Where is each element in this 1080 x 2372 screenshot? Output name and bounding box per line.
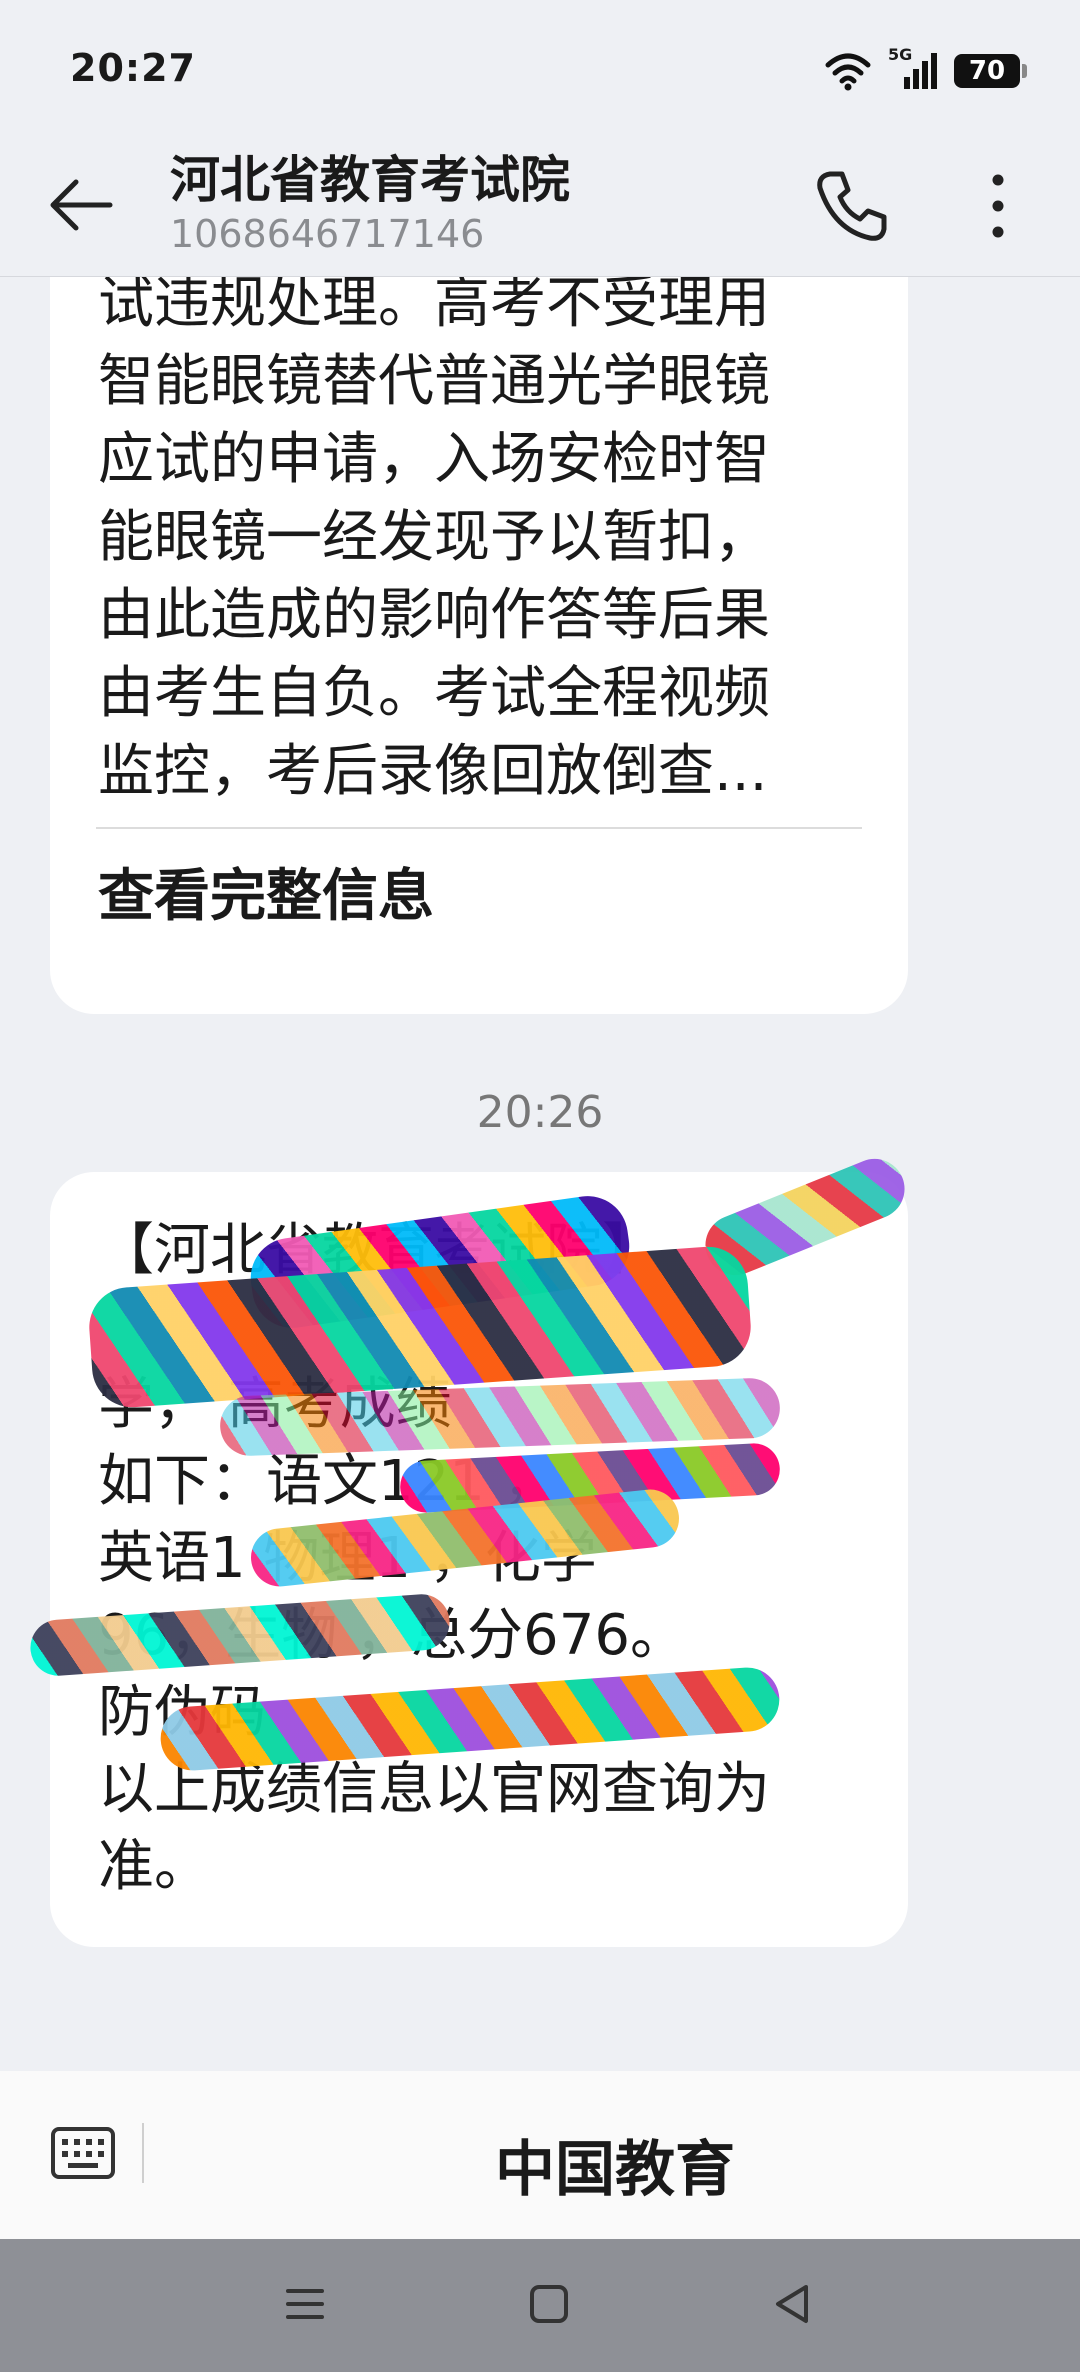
contact-number: 1068646717146 — [170, 212, 485, 256]
battery-level: 70 — [968, 56, 1006, 86]
message-bubble: 试违规处理。高考不受理用 智能眼镜替代普通光学眼镜 应试的申请，入场安检时智 能… — [50, 277, 908, 1014]
signal-icon: 5G — [888, 45, 938, 91]
divider — [96, 827, 862, 829]
back-arrow-icon[interactable] — [46, 170, 116, 240]
conversation-header: 河北省教育考试院 1068646717146 — [0, 130, 1080, 277]
status-bar: 20:27 5G 70 — [0, 0, 1080, 130]
compose-bar: 中国教育 — [0, 2071, 1080, 2239]
message-thread[interactable]: 试违规处理。高考不受理用 智能眼镜替代普通光学眼镜 应试的申请，入场安检时智 能… — [0, 277, 1080, 2070]
message-timestamp: 20:26 — [476, 1087, 604, 1138]
more-options-icon[interactable] — [968, 166, 1028, 246]
system-nav-bar — [0, 2239, 1080, 2372]
menu-icon[interactable] — [280, 2279, 330, 2329]
status-time: 20:27 — [70, 46, 196, 90]
phone-icon[interactable] — [812, 166, 892, 246]
view-full-message-link[interactable]: 查看完整信息 — [98, 857, 434, 937]
wifi-icon — [825, 53, 871, 91]
battery-icon: 70 — [954, 54, 1027, 88]
message-text: 试违规处理。高考不受理用 智能眼镜替代普通光学眼镜 应试的申请，入场安检时智 能… — [98, 277, 770, 804]
home-icon[interactable] — [524, 2279, 574, 2329]
contact-name: 河北省教育考试院 — [170, 151, 570, 209]
status-icons: 5G 70 — [824, 45, 1027, 96]
back-icon[interactable] — [768, 2279, 818, 2329]
quick-reply-menu[interactable]: 中国教育 — [0, 2121, 1080, 2208]
